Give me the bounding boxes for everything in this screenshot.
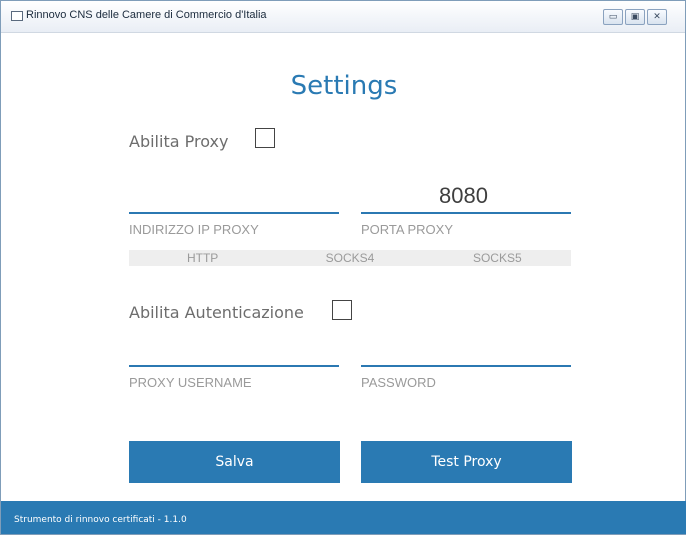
enable-auth-checkbox[interactable] [332, 300, 352, 320]
proxy-ip-label: INDIRIZZO IP PROXY [129, 222, 259, 237]
proxy-username-input[interactable] [129, 365, 339, 367]
proxy-port-label: PORTA PROXY [361, 222, 453, 237]
proxy-port-input[interactable] [361, 212, 571, 214]
enable-auth-label: Abilita Autenticazione [129, 303, 304, 322]
window-icon [11, 11, 23, 21]
window-title: Rinnovo CNS delle Camere di Commercio d'… [26, 9, 267, 21]
page-title: Settings [290, 71, 398, 101]
proxy-type-http[interactable]: HTTP [129, 251, 276, 265]
maximize-button[interactable]: ▣ [625, 9, 645, 25]
proxy-type-selector: HTTP SOCKS4 SOCKS5 [129, 250, 571, 266]
enable-proxy-checkbox[interactable] [255, 128, 275, 148]
status-bar: Strumento di rinnovo certificati - 1.1.0 [1, 501, 686, 534]
test-proxy-button[interactable]: Test Proxy [361, 441, 572, 483]
close-button[interactable]: ✕ [647, 9, 667, 25]
proxy-ip-input[interactable] [129, 212, 339, 214]
minimize-button[interactable]: ▭ [603, 9, 623, 25]
password-label: PASSWORD [361, 375, 436, 390]
proxy-port-value[interactable]: 8080 [439, 183, 488, 209]
proxy-username-label: PROXY USERNAME [129, 375, 252, 390]
proxy-type-socks4[interactable]: SOCKS4 [276, 251, 423, 265]
app-window: Rinnovo CNS delle Camere di Commercio d'… [0, 0, 686, 535]
password-input[interactable] [361, 365, 571, 367]
proxy-type-socks5[interactable]: SOCKS5 [424, 251, 571, 265]
title-bar: Rinnovo CNS delle Camere di Commercio d'… [1, 1, 685, 33]
status-text: Strumento di rinnovo certificati - 1.1.0 [14, 515, 187, 525]
save-button[interactable]: Salva [129, 441, 340, 483]
enable-proxy-label: Abilita Proxy [129, 132, 229, 151]
